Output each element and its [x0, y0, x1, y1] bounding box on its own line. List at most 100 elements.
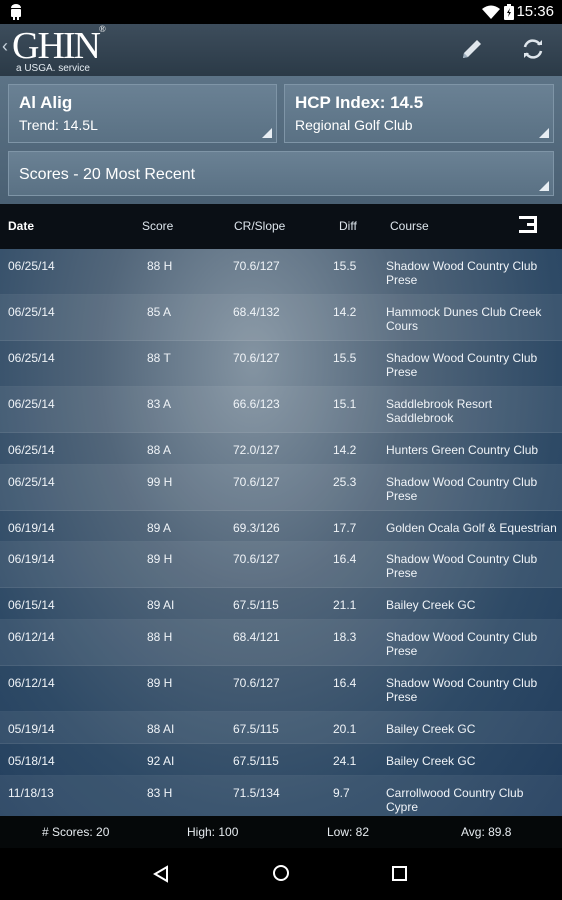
row-cr-slope: 68.4/132 — [233, 305, 280, 319]
row-cr-slope: 70.6/127 — [233, 676, 280, 690]
row-score: 88 H — [147, 259, 173, 273]
row-diff: 16.4 — [333, 676, 357, 690]
table-row[interactable]: 05/19/14 88 AI 67.5/115 20.1 Bailey Creek GC — [0, 712, 562, 744]
row-diff: 17.7 — [333, 521, 357, 535]
row-score: 89 A — [147, 521, 172, 535]
row-date: 05/18/14 — [8, 754, 55, 768]
header-course[interactable]: Course — [390, 219, 429, 233]
row-date: 06/15/14 — [8, 598, 55, 612]
row-diff: 14.2 — [333, 305, 357, 319]
row-course: Bailey Creek GC — [386, 754, 476, 768]
row-diff: 25.3 — [333, 475, 357, 489]
status-time: 15:36 — [516, 3, 554, 20]
row-diff: 9.7 — [333, 786, 350, 800]
club-name: Regional Golf Club — [295, 117, 413, 133]
row-diff: 21.1 — [333, 598, 357, 612]
row-diff: 16.4 — [333, 552, 357, 566]
row-course: Carrollwood Country Club Cypre — [386, 786, 524, 814]
row-score: 99 H — [147, 475, 173, 489]
stat-high: High: 100 — [187, 825, 239, 839]
player-selector[interactable]: Al Alig Trend: 14.5L — [8, 84, 277, 143]
status-bar: 15:36 — [0, 0, 562, 24]
row-date: 06/12/14 — [8, 630, 55, 644]
row-cr-slope: 71.5/134 — [233, 786, 280, 800]
row-score: 83 H — [147, 786, 173, 800]
table-row[interactable]: 06/19/14 89 A 69.3/126 17.7 Golden Ocala Gol… — [0, 511, 562, 542]
table-row[interactable]: 06/25/14 88 T 70.6/127 15.5 Shadow Wood Coun… — [0, 341, 562, 387]
app-header: ‹ GHIN® a USGA. service — [0, 24, 562, 76]
row-date: 06/19/14 — [8, 521, 55, 535]
header-cr-slope[interactable]: CR/Slope — [234, 219, 285, 233]
header-date[interactable]: Date — [8, 219, 34, 233]
row-cr-slope: 67.5/115 — [233, 598, 279, 612]
row-diff: 15.5 — [333, 259, 357, 273]
table-row[interactable]: 06/12/14 88 H 68.4/121 18.3 Shadow Wood Coun… — [0, 620, 562, 666]
row-date: 06/25/14 — [8, 305, 55, 319]
column-menu-icon[interactable] — [519, 216, 539, 234]
table-row[interactable]: 06/25/14 99 H 70.6/127 25.3 Shadow Wood Coun… — [0, 465, 562, 511]
battery-icon — [504, 4, 514, 20]
row-score: 88 A — [147, 443, 172, 457]
dropdown-corner-icon — [539, 181, 549, 191]
nav-back-icon[interactable] — [152, 865, 170, 883]
row-date: 06/25/14 — [8, 397, 55, 411]
table-row[interactable]: 06/25/14 88 A 72.0/127 14.2 Hunters Green Co… — [0, 433, 562, 465]
row-cr-slope: 69.3/126 — [233, 521, 280, 535]
logo-tagline: a USGA. service — [16, 63, 90, 74]
row-score: 92 AI — [147, 754, 175, 768]
table-row[interactable]: 11/18/13 83 H 71.5/134 9.7 Carrollwood Count… — [0, 776, 562, 819]
row-course: Shadow Wood Country Club Prese — [386, 676, 538, 704]
pencil-icon[interactable] — [459, 36, 485, 62]
row-date: 11/18/13 — [8, 786, 54, 800]
table-row[interactable]: 06/25/14 85 A 68.4/132 14.2 Hammock Dunes Cl… — [0, 295, 562, 341]
row-diff: 24.1 — [333, 754, 357, 768]
row-score: 88 H — [147, 630, 173, 644]
row-date: 06/19/14 — [8, 552, 55, 566]
wifi-icon — [482, 5, 500, 19]
row-course: Shadow Wood Country Club Prese — [386, 351, 538, 379]
nav-recent-icon[interactable] — [392, 866, 408, 882]
row-score: 88 T — [147, 351, 171, 365]
row-diff: 15.5 — [333, 351, 357, 365]
row-date: 06/12/14 — [8, 676, 55, 690]
android-nav-bar — [0, 848, 562, 900]
row-diff: 15.1 — [333, 397, 357, 411]
row-date: 06/25/14 — [8, 475, 55, 489]
table-row[interactable]: 06/19/14 89 H 70.6/127 16.4 Shadow Wood Coun… — [0, 542, 562, 588]
table-row[interactable]: 06/12/14 89 H 70.6/127 16.4 Shadow Wood Coun… — [0, 666, 562, 712]
stat-low: Low: 82 — [327, 825, 370, 839]
stat-avg: Avg: 89.8 — [461, 825, 512, 839]
stat-count: # Scores: 20 — [42, 825, 110, 839]
row-diff: 20.1 — [333, 722, 357, 736]
row-course: Bailey Creek GC — [386, 598, 476, 612]
row-cr-slope: 67.5/115 — [233, 722, 279, 736]
row-score: 83 A — [147, 397, 172, 411]
dropdown-corner-icon — [262, 128, 272, 138]
hcp-selector[interactable]: HCP Index: 14.5 Regional Golf Club — [284, 84, 554, 143]
nav-home-icon[interactable] — [272, 864, 290, 882]
row-date: 06/25/14 — [8, 259, 55, 273]
row-diff: 14.2 — [333, 443, 357, 457]
dropdown-corner-icon — [539, 128, 549, 138]
row-date: 06/25/14 — [8, 351, 55, 365]
row-course: Golden Ocala Golf & Equestrian — [386, 521, 557, 535]
row-cr-slope: 68.4/121 — [233, 630, 280, 644]
back-chevron-icon[interactable]: ‹ — [2, 36, 8, 57]
table-row[interactable]: 06/25/14 88 H 70.6/127 15.5 Shadow Wood Coun… — [0, 249, 562, 295]
scores-filter-selector[interactable]: Scores - 20 Most Recent — [8, 151, 554, 196]
row-diff: 18.3 — [333, 630, 357, 644]
row-cr-slope: 70.6/127 — [233, 351, 280, 365]
refresh-icon[interactable] — [520, 36, 546, 62]
table-row[interactable]: 06/15/14 89 AI 67.5/115 21.1 Bailey Creek GC — [0, 588, 562, 620]
row-score: 89 H — [147, 676, 173, 690]
row-date: 05/19/14 — [8, 722, 55, 736]
table-row[interactable]: 05/18/14 92 AI 67.5/115 24.1 Bailey Creek GC — [0, 744, 562, 776]
header-score[interactable]: Score — [142, 219, 173, 233]
table-row[interactable]: 06/25/14 83 A 66.6/123 15.1 Saddlebrook Reso… — [0, 387, 562, 433]
header-diff[interactable]: Diff — [339, 219, 357, 233]
row-cr-slope: 70.6/127 — [233, 552, 280, 566]
scores-filter-label: Scores - 20 Most Recent — [19, 166, 196, 183]
row-course: Shadow Wood Country Club Prese — [386, 475, 538, 503]
hcp-index: HCP Index: 14.5 — [295, 93, 424, 112]
stats-footer: # Scores: 20 High: 100 Low: 82 Avg: 89.8 — [0, 816, 562, 848]
